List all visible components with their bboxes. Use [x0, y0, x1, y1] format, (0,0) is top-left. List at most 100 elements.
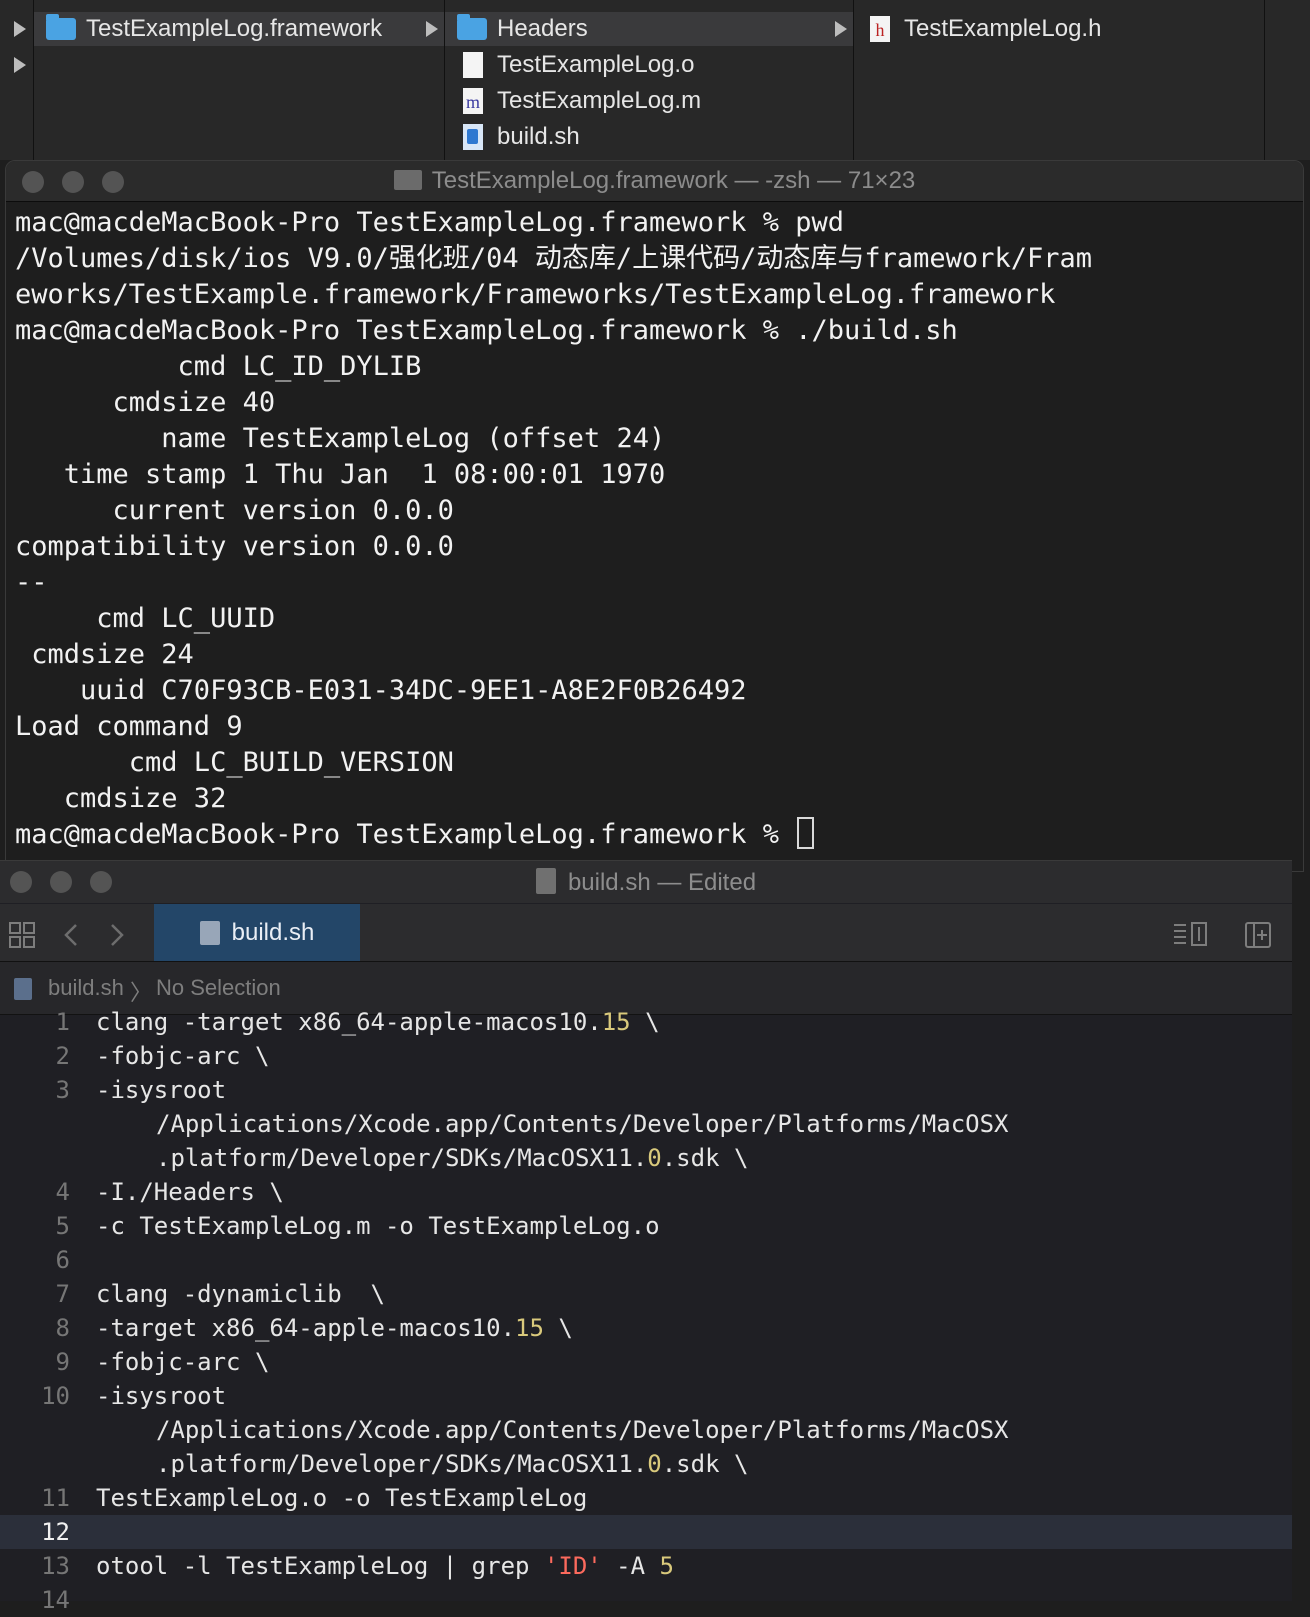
code-line: 3 -isysroot: [0, 1073, 1292, 1107]
finder-item-header-file[interactable]: h TestExampleLog.h: [870, 12, 1101, 46]
terminal-line: /Volumes/disk/ios V9.0/强化班/04 动态库/上课代码/动…: [15, 243, 1092, 274]
code-text: /Applications/Xcode.app/Contents/Develop…: [156, 1416, 1009, 1444]
terminal-line: compatibility version 0.0.0: [15, 531, 454, 562]
code-line: 11 TestExampleLog.o -o TestExampleLog: [0, 1481, 1292, 1515]
finder-item-build-script[interactable]: build.sh: [463, 120, 580, 154]
code-text: clang -dynamiclib \: [96, 1280, 385, 1308]
terminal-titlebar: TestExampleLog.framework — -zsh — 71×23: [6, 161, 1303, 202]
code-line-wrapped: /Applications/Xcode.app/Contents/Develop…: [0, 1107, 1292, 1141]
code-line: 10 -isysroot: [0, 1379, 1292, 1413]
terminal-line: current version 0.0.0: [15, 495, 454, 526]
finder-item-label: TestExampleLog.m: [497, 87, 702, 114]
finder-column-3: h TestExampleLog.h: [854, 0, 1265, 160]
related-items-grid-icon[interactable]: [8, 921, 36, 954]
code-line-wrapped: /Applications/Xcode.app/Contents/Develop…: [0, 1413, 1292, 1447]
terminal-line: mac@macdeMacBook-Pro TestExampleLog.fram…: [15, 207, 845, 238]
line-number: 9: [55, 1348, 70, 1376]
editor-title-text: build.sh — Edited: [567, 869, 757, 896]
folder-icon: [46, 14, 76, 40]
finder-item-label: build.sh: [497, 123, 580, 150]
disclosure-arrow-icon[interactable]: [14, 21, 26, 37]
disclosure-arrow-icon: [426, 21, 438, 37]
editor-options-icon[interactable]: [1172, 921, 1210, 954]
terminal-line: name TestExampleLog (offset 24): [15, 423, 666, 454]
finder-item-label: TestExampleLog.h: [904, 15, 1102, 42]
code-text: -c TestExampleLog.m -o TestExampleLog.o: [96, 1212, 660, 1240]
code-text: -fobjc-arc \: [96, 1348, 270, 1376]
terminal-line: eworks/TestExample.framework/Frameworks/…: [15, 279, 1056, 310]
line-number: 5: [55, 1212, 70, 1240]
terminal-prompt-line[interactable]: mac@macdeMacBook-Pro TestExampleLog.fram…: [15, 817, 1303, 853]
terminal-line: time stamp 1 Thu Jan 1 08:00:01 1970: [15, 459, 666, 490]
finder-item-label: TestExampleLog.o: [497, 51, 695, 78]
terminal-line: --: [15, 567, 48, 598]
terminal-prompt: mac@macdeMacBook-Pro TestExampleLog.fram…: [15, 819, 796, 850]
finder-item-framework-folder[interactable]: TestExampleLog.framework: [34, 12, 444, 46]
tab-build-sh[interactable]: build.sh: [154, 904, 360, 961]
disclosure-arrow-icon: [835, 21, 847, 37]
line-number: 8: [55, 1314, 70, 1342]
jump-bar-separator: 〉: [130, 980, 153, 1005]
line-number: 13: [41, 1552, 70, 1580]
shell-script-icon: [14, 978, 32, 1000]
code-line: 9 -fobjc-arc \: [0, 1345, 1292, 1379]
code-line: 2 -fobjc-arc \: [0, 1039, 1292, 1073]
terminal-line: cmd LC_UUID: [15, 603, 276, 634]
header-file-icon: h: [870, 16, 890, 42]
finder-item-label: TestExampleLog.framework: [86, 15, 383, 42]
shell-script-icon: [535, 868, 556, 894]
code-line: 5 -c TestExampleLog.m -o TestExampleLog.o: [0, 1209, 1292, 1243]
disclosure-arrow-icon[interactable]: [14, 57, 26, 73]
finder-column-2: Headers TestExampleLog.o m TestExampleLo…: [445, 0, 854, 160]
code-line: 8 -target x86_64-apple-macos10.15 \: [0, 1311, 1292, 1345]
terminal-line: mac@macdeMacBook-Pro TestExampleLog.fram…: [15, 315, 958, 346]
code-line: 4 -I./Headers \: [0, 1175, 1292, 1209]
code-line-current: 12: [0, 1515, 1292, 1549]
line-number: 14: [41, 1586, 70, 1614]
folder-icon: [457, 14, 487, 40]
finder-item-object-file[interactable]: TestExampleLog.o: [463, 48, 694, 82]
add-editor-icon[interactable]: [1244, 921, 1272, 954]
tab-label: build.sh: [231, 918, 315, 946]
finder-column-view: TestExampleLog.framework Headers TestExa…: [0, 0, 1310, 160]
line-number: 7: [55, 1280, 70, 1308]
source-editor[interactable]: 1 clang -target x86_64-apple-macos10.15 \…: [0, 1008, 1292, 1614]
shell-script-icon: [199, 920, 220, 945]
terminal-line: uuid C70F93CB-E031-34DC-9EE1-A8E2F0B2649…: [15, 675, 747, 706]
line-number: 2: [55, 1042, 70, 1070]
line-number: 1: [55, 1008, 70, 1036]
code-text: .platform/Developer/SDKs/MacOSX11.0.sdk …: [156, 1450, 749, 1478]
code-text: .platform/Developer/SDKs/MacOSX11.0.sdk …: [156, 1144, 749, 1172]
jump-bar-file[interactable]: build.sh: [48, 975, 124, 1001]
jump-bar-selection[interactable]: No Selection: [156, 975, 281, 1001]
terminal-line: cmd LC_ID_DYLIB: [15, 351, 422, 382]
finder-item-m-file[interactable]: m TestExampleLog.m: [463, 84, 701, 118]
text-cursor: [797, 817, 815, 849]
code-text: -isysroot: [96, 1076, 227, 1104]
line-number: 11: [41, 1484, 70, 1512]
code-text: clang -target x86_64-apple-macos10.15 \: [96, 1008, 660, 1036]
terminal-line: cmd LC_BUILD_VERSION: [15, 747, 454, 778]
finder-column-1: TestExampleLog.framework: [34, 0, 445, 160]
code-line: 13 otool -l TestExampleLog | grep 'ID' -A…: [0, 1549, 1292, 1583]
terminal-window: TestExampleLog.framework — -zsh — 71×23 …: [5, 160, 1304, 872]
code-text: -I./Headers \: [96, 1178, 284, 1206]
terminal-title: TestExampleLog.framework — -zsh — 71×23: [6, 167, 1303, 195]
finder-item-headers-folder[interactable]: Headers: [445, 12, 853, 46]
document-icon: [463, 52, 483, 78]
code-line: 1 clang -target x86_64-apple-macos10.15 \: [0, 1005, 1292, 1039]
code-line-wrapped: .platform/Developer/SDKs/MacOSX11.0.sdk …: [0, 1141, 1292, 1175]
back-arrow-icon[interactable]: [62, 921, 80, 954]
terminal-title-text: TestExampleLog.framework — -zsh — 71×23: [431, 167, 916, 194]
code-line: 7 clang -dynamiclib \: [0, 1277, 1292, 1311]
line-number: 4: [55, 1178, 70, 1206]
folder-icon: [393, 170, 422, 190]
code-text: -target x86_64-apple-macos10.15 \: [96, 1314, 573, 1342]
objc-source-file-icon: m: [463, 88, 483, 114]
shell-script-icon: [463, 124, 483, 150]
terminal-line: cmdsize 32: [15, 783, 227, 814]
forward-arrow-icon[interactable]: [108, 921, 126, 954]
line-number: 6: [55, 1246, 70, 1274]
code-line: 6: [0, 1243, 1292, 1277]
terminal-output[interactable]: mac@macdeMacBook-Pro TestExampleLog.fram…: [15, 205, 1303, 853]
